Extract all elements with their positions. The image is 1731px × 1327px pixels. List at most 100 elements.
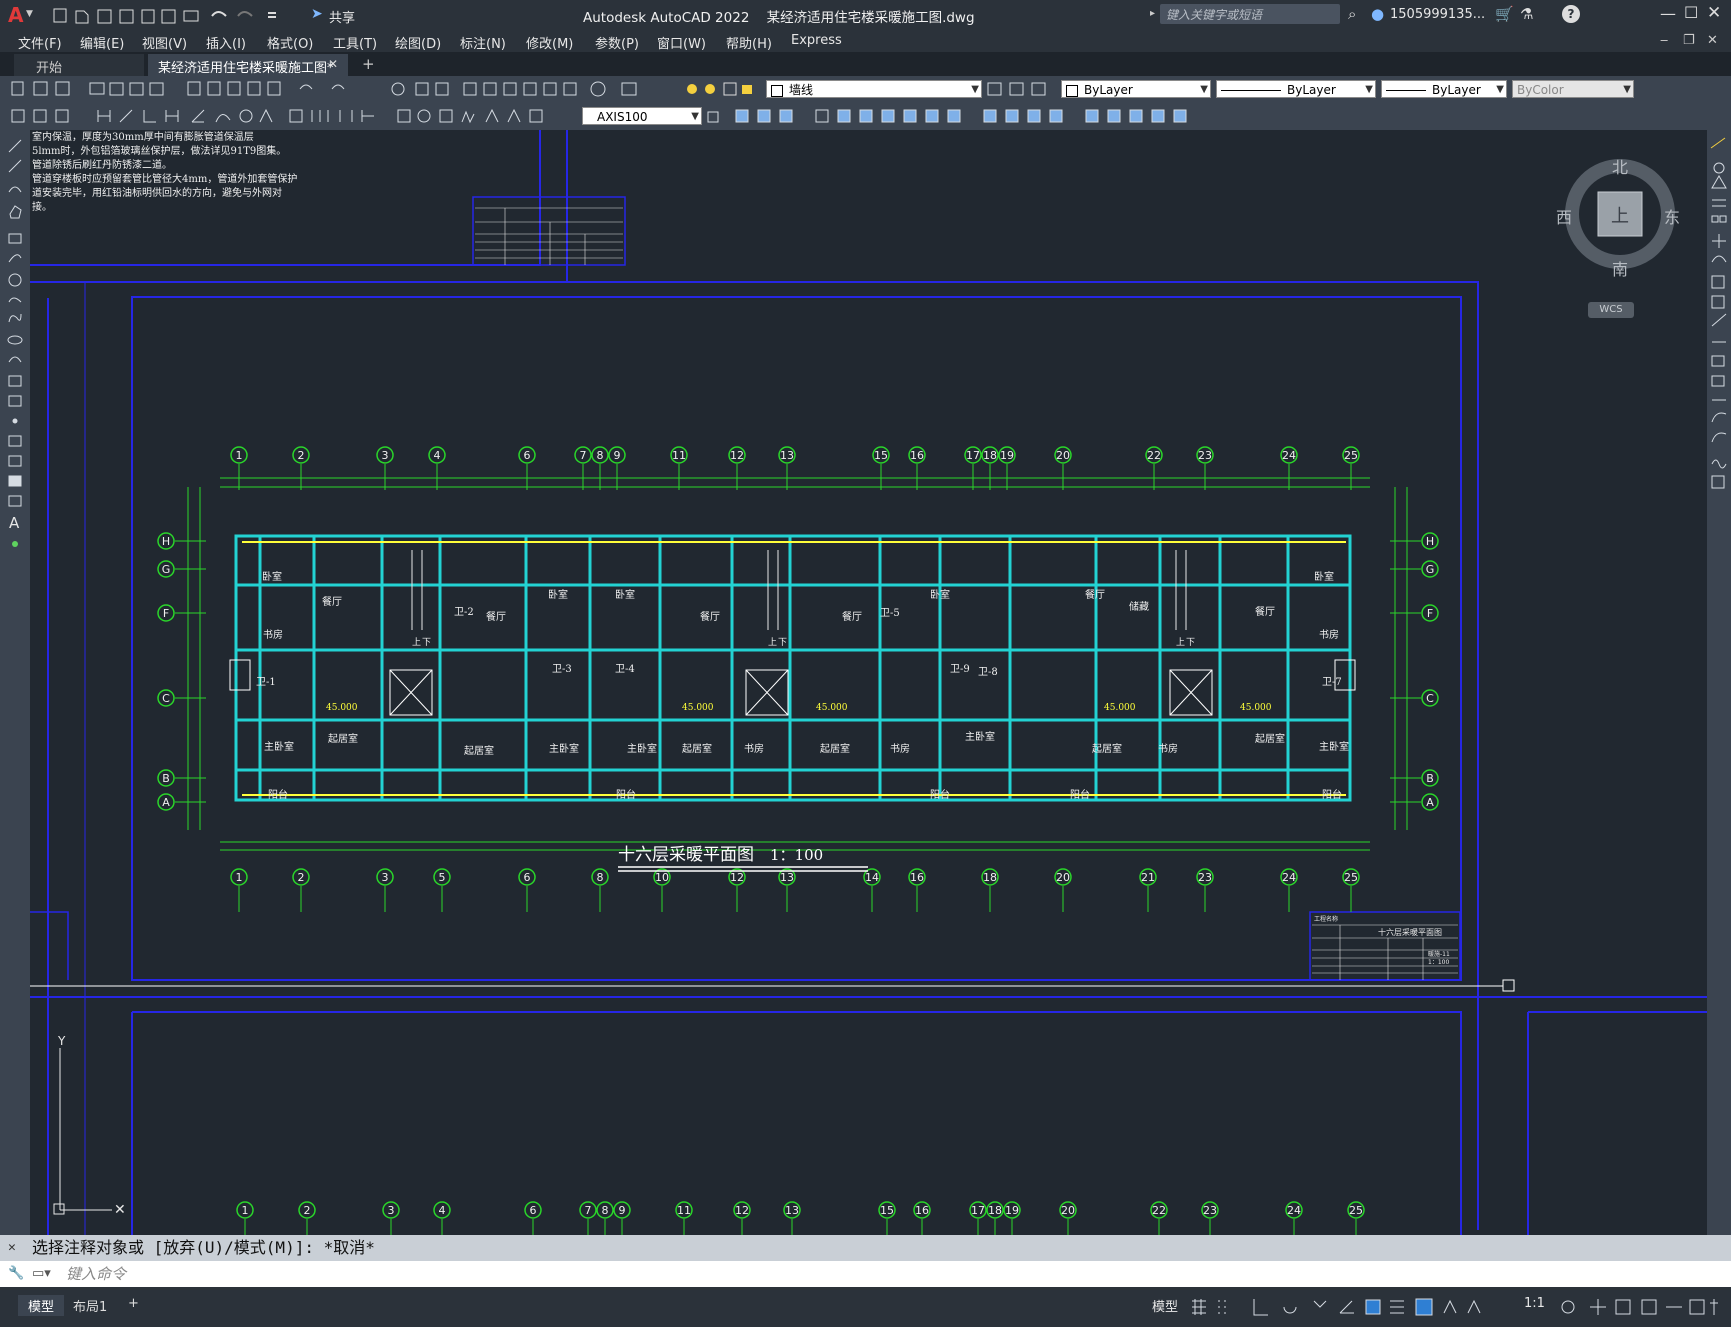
doc-minimize-icon[interactable]: ‒ xyxy=(1660,33,1668,48)
layer-chevron-down-icon: ▼ xyxy=(971,84,979,95)
color-chevron-down-icon: ▼ xyxy=(1200,84,1208,95)
middle-sheet-inner xyxy=(131,296,1462,981)
axis-label: 2 xyxy=(298,449,305,462)
note-line: 道安装完毕，用红铅油标明供回水的方向，避免与外网对 xyxy=(32,186,282,199)
tab-layout1[interactable]: 布局1 xyxy=(63,1295,117,1316)
title-underline xyxy=(618,866,868,872)
standard-toolbar: 墙线 ▼ ByLayer ▼ ByLayer ▼ ByLayer ▼ ByColor ▼ xyxy=(0,76,1731,102)
model-space-button[interactable]: 模型 xyxy=(1152,1296,1178,1315)
axis-bubbles-top: 1 2 3 4 6 7 8 9 11 12 13 15 16 17 18 19 20 22 23 24 25 xyxy=(230,446,1360,490)
floor-plan-drawing[interactable]: 十六层采暖平面图 工程名称 暖施-11 1：100 室内保温，厚度为30mm厚中… xyxy=(30,130,1707,1235)
menu-dimension[interactable]: 标注(N) xyxy=(460,33,506,52)
search-expand-icon[interactable]: ▸ xyxy=(1150,8,1155,19)
annotation-scale[interactable]: 1:1 xyxy=(1524,1296,1545,1311)
viewcube-east[interactable]: 东 xyxy=(1664,204,1680,228)
menu-express[interactable]: Express xyxy=(791,33,842,48)
room-label: 阳台 xyxy=(930,788,950,801)
menu-window[interactable]: 窗口(W) xyxy=(657,33,706,52)
upper-title-block xyxy=(472,196,626,266)
elevation-mark: 45.000 xyxy=(1240,703,1272,713)
svg-text:Y: Y xyxy=(57,1034,66,1048)
draw-toolbar-icons[interactable]: A xyxy=(0,130,30,600)
status-toggle-icons[interactable] xyxy=(1190,1297,1560,1317)
dimension-toolbar-icons[interactable] xyxy=(10,108,575,124)
linetype-dropdown[interactable]: ByLayer ▼ xyxy=(1216,80,1376,98)
axis-label: C xyxy=(162,692,170,705)
autodesk-app-icon[interactable]: ⚗ xyxy=(1520,5,1533,23)
share-icon[interactable]: ➤ xyxy=(311,6,323,22)
user-name[interactable]: 1505999135... xyxy=(1390,7,1485,22)
command-close-icon[interactable]: ✕ xyxy=(8,1235,16,1261)
drawing-canvas[interactable]: 十六层采暖平面图 工程名称 暖施-11 1：100 室内保温，厚度为30mm厚中… xyxy=(30,130,1707,1235)
cart-icon[interactable]: 🛒 xyxy=(1495,5,1514,23)
command-prompt-icon[interactable]: ▭▾ xyxy=(32,1261,51,1287)
axis-label: G xyxy=(162,563,171,576)
help-icon[interactable]: ? xyxy=(1562,5,1580,23)
note-line: 接。 xyxy=(32,200,52,213)
modify-toolbar-side-icons[interactable] xyxy=(1707,130,1731,550)
room-label: 卫-5 xyxy=(880,608,900,619)
menu-help[interactable]: 帮助(H) xyxy=(726,33,772,52)
share-button[interactable]: 共享 xyxy=(329,7,355,26)
menu-tools[interactable]: 工具(T) xyxy=(333,33,377,52)
axis-label: 19 xyxy=(1005,1204,1019,1217)
search-icon[interactable]: ⌕ xyxy=(1348,5,1356,23)
customize-wrench-icon[interactable]: 🔧 xyxy=(8,1261,24,1287)
menu-file[interactable]: 文件(F) xyxy=(18,33,62,52)
modify-toolbar-icons[interactable] xyxy=(706,108,1216,124)
axis-label: 12 xyxy=(730,871,744,884)
tab-drawing[interactable]: 某经济适用住宅楼采暖施工图* ✕ xyxy=(148,54,348,76)
menu-modify[interactable]: 修改(M) xyxy=(526,33,573,52)
app-menu-chevron-icon[interactable]: ▼ xyxy=(26,9,33,19)
plotstyle-dropdown[interactable]: ByColor ▼ xyxy=(1512,80,1634,98)
lineweight-value: ByLayer xyxy=(1432,83,1481,97)
wcs-menu[interactable]: WCS xyxy=(1588,302,1634,318)
room-label: 卧室 xyxy=(1314,570,1334,583)
menu-edit[interactable]: 编辑(E) xyxy=(80,33,124,52)
menu-draw[interactable]: 绘图(D) xyxy=(395,33,441,52)
axis-label: 10 xyxy=(655,871,669,884)
room-label: 书房 xyxy=(263,628,283,641)
tab-close-icon[interactable]: ✕ xyxy=(328,57,338,71)
stair-direction-label: 上 xyxy=(768,637,777,648)
layer-tool-icons[interactable] xyxy=(986,81,1056,97)
standard-toolbar-icons[interactable] xyxy=(10,81,660,97)
axis-label: 3 xyxy=(382,871,389,884)
doc-close-icon[interactable]: ✕ xyxy=(1707,33,1718,48)
new-tab-button[interactable]: + xyxy=(362,55,375,73)
tab-start[interactable]: 开始 xyxy=(14,54,144,76)
layer-dropdown[interactable]: 墙线 ▼ xyxy=(766,80,982,98)
dimstyle-dropdown[interactable]: AXIS100 ▼ xyxy=(582,107,702,125)
viewcube-west[interactable]: 西 xyxy=(1556,204,1572,228)
axis-label: 16 xyxy=(910,871,924,884)
viewcube[interactable]: 北 南 东 西 上 xyxy=(1556,152,1682,279)
command-input[interactable]: 键入命令 xyxy=(66,1261,126,1287)
menu-format[interactable]: 格式(O) xyxy=(267,33,313,52)
viewcube-top-face[interactable]: 上 xyxy=(1611,202,1629,228)
add-layout-button[interactable]: + xyxy=(118,1295,149,1312)
menu-insert[interactable]: 插入(I) xyxy=(206,33,246,52)
search-input[interactable]: 键入关键字或短语 xyxy=(1160,4,1340,24)
minimize-icon[interactable]: — xyxy=(1660,4,1676,23)
tab-model[interactable]: 模型 xyxy=(18,1295,65,1316)
axis-label: 25 xyxy=(1344,449,1358,462)
command-line[interactable]: 🔧 ▭▾ 键入命令 xyxy=(0,1261,1731,1287)
room-label: 起居室 xyxy=(820,742,850,755)
axis-label: 1 xyxy=(242,1204,249,1217)
menu-parameter[interactable]: 参数(P) xyxy=(595,33,639,52)
viewcube-south[interactable]: 南 xyxy=(1612,256,1628,280)
lineweight-dropdown[interactable]: ByLayer ▼ xyxy=(1381,80,1507,98)
close-icon[interactable]: ✕ xyxy=(1707,3,1721,23)
menu-view[interactable]: 视图(V) xyxy=(142,33,187,52)
title-block-drawing-name: 十六层采暖平面图 xyxy=(1378,927,1442,937)
axis-bubbles-bottom: 1 2 3 5 6 8 10 12 13 14 16 18 20 21 23 24 25 xyxy=(230,868,1360,912)
plotstyle-value: ByColor xyxy=(1517,83,1564,97)
status-settings-icons[interactable] xyxy=(1560,1297,1730,1317)
viewcube-north[interactable]: 北 xyxy=(1612,154,1628,178)
maximize-icon[interactable]: ☐ xyxy=(1684,3,1698,22)
user-icon[interactable]: ● xyxy=(1371,5,1384,23)
autocad-logo[interactable]: A xyxy=(8,3,23,27)
layer-state-icons[interactable] xyxy=(684,81,764,97)
color-dropdown[interactable]: ByLayer ▼ xyxy=(1061,80,1211,98)
doc-restore-icon[interactable]: ❐ xyxy=(1683,33,1695,48)
